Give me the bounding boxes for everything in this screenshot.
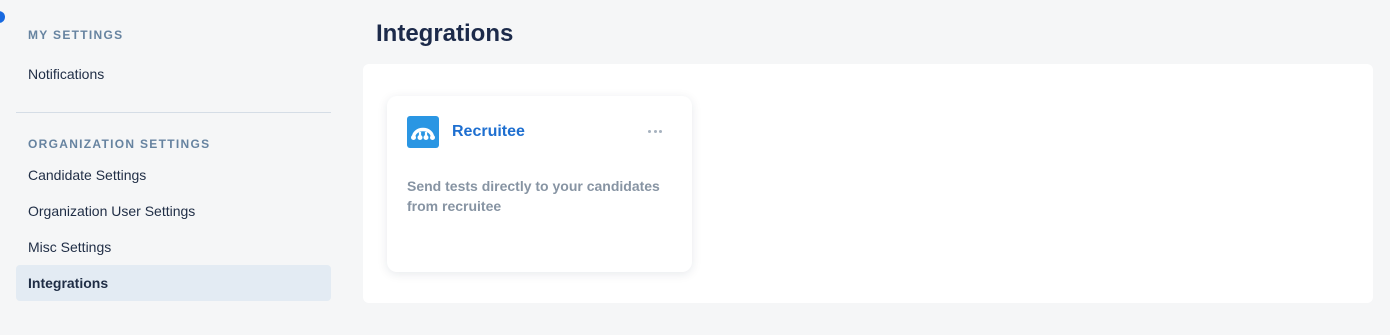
status-dot-icon: [0, 11, 5, 23]
integration-name-link[interactable]: Recruitee: [452, 123, 525, 141]
sidebar-item-misc-settings[interactable]: Misc Settings: [16, 229, 331, 265]
more-options-icon[interactable]: [645, 122, 665, 140]
sidebar-item-integrations[interactable]: Integrations: [16, 265, 331, 301]
integrations-panel: Recruitee Send tests directly to your ca…: [363, 64, 1373, 303]
sidebar-item-candidate-settings[interactable]: Candidate Settings: [16, 157, 331, 193]
integration-card[interactable]: Recruitee Send tests directly to your ca…: [387, 96, 692, 272]
sidebar-divider: [16, 112, 331, 113]
recruitee-logo-icon: [407, 116, 439, 148]
my-settings-heading: MY SETTINGS: [28, 28, 124, 42]
sidebar-item-notifications[interactable]: Notifications: [16, 56, 331, 92]
integration-description: Send tests directly to your candidates f…: [407, 178, 660, 214]
page-title: Integrations: [376, 20, 514, 47]
sidebar-item-organization-user-settings[interactable]: Organization User Settings: [16, 193, 331, 229]
organization-settings-heading: ORGANIZATION SETTINGS: [28, 137, 211, 151]
